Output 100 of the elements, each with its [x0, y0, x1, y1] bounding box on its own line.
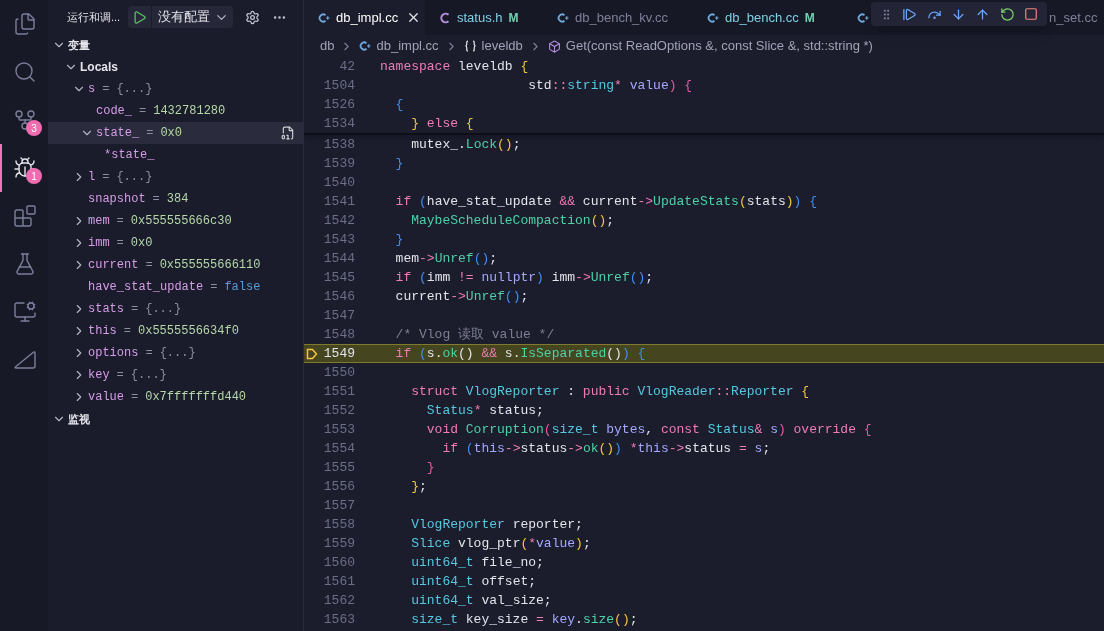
- breadcrumb-item[interactable]: Get(const ReadOptions &, const Slice &, std::string *): [565, 36, 873, 56]
- breadcrumb-item[interactable]: leveldb: [481, 36, 523, 56]
- code-line: if (this->status->ok()) *this->status = s;: [441, 439, 771, 458]
- variable-row[interactable]: code_ = 1432781280: [48, 100, 303, 122]
- line-number: 1551: [322, 382, 355, 401]
- launch-config-dropdown[interactable]: 没有配置: [128, 6, 234, 28]
- code-line: }: [425, 458, 435, 477]
- code-line: Slice vlog_ptr(*value);: [410, 534, 591, 553]
- line-number: 1543: [322, 230, 355, 249]
- line-number: 1540: [322, 173, 355, 192]
- line-number: 1562: [322, 591, 355, 610]
- variable-value: 0x0: [130, 235, 153, 252]
- variable-value: 0x7fffffffd440: [145, 389, 247, 406]
- modified-label: M: [804, 9, 815, 27]
- equals-sign: =: [102, 81, 110, 98]
- variable-row[interactable]: this = 0x5555556634f0: [48, 320, 303, 342]
- variable-row[interactable]: have_stat_update = false: [48, 276, 303, 298]
- variable-name: options: [88, 345, 139, 362]
- code-line: if (s.ok() && s.IsSeparated()) {: [394, 344, 646, 363]
- code-line: mutex_.Lock();: [410, 135, 521, 154]
- variable-value: 0x555555666c30: [130, 213, 232, 230]
- section-title: 变量: [68, 37, 90, 53]
- line-number: 1555: [322, 458, 355, 477]
- line-number: 1563: [322, 610, 355, 629]
- editor-tab[interactable]: db_impl.cc: [304, 0, 425, 35]
- tab-label: status.h: [457, 8, 503, 27]
- section-header[interactable]: 监视: [48, 408, 303, 430]
- editor-tab[interactable]: db_bench_kv.cc: [543, 0, 693, 35]
- variable-value: 384: [166, 191, 189, 208]
- equals-sign: =: [116, 213, 124, 230]
- line-number: 1526: [322, 95, 355, 114]
- variable-row[interactable]: l = {...}: [48, 166, 303, 188]
- line-number: 1546: [322, 287, 355, 306]
- variable-row[interactable]: s = {...}: [48, 78, 303, 100]
- variable-name: code_: [96, 103, 132, 120]
- line-number: 1541: [322, 192, 355, 211]
- variable-name: this: [88, 323, 117, 340]
- line-number: 1538: [322, 135, 355, 154]
- code-line: if (imm != nullptr) imm->Unref();: [394, 268, 654, 287]
- code-line: uint64_t offset;: [410, 572, 537, 591]
- variable-value: false: [224, 279, 261, 296]
- code-line: size_t key_size = key.size();: [410, 610, 638, 629]
- variable-value: {...}: [116, 81, 153, 98]
- code-line: if (have_stat_update && current->UpdateStats(stats)) {: [394, 192, 817, 211]
- variable-row[interactable]: imm = 0x0: [48, 232, 303, 254]
- equals-sign: =: [131, 389, 139, 406]
- line-number: 1547: [322, 306, 355, 325]
- variable-name: key: [88, 367, 110, 384]
- line-number: 1561: [322, 572, 355, 591]
- variable-name: snapshot: [88, 191, 146, 208]
- count-badge: 1: [26, 168, 42, 184]
- code-line: };: [410, 477, 427, 496]
- line-number: 1550: [322, 363, 355, 382]
- variable-row[interactable]: Locals: [48, 56, 303, 78]
- code-line: struct VlogReporter : public VlogReader::Reporter {: [410, 382, 810, 401]
- line-number: 1548: [322, 325, 355, 344]
- equals-sign: =: [146, 125, 154, 142]
- variable-value: {...}: [116, 169, 153, 186]
- line-number: 1545: [322, 268, 355, 287]
- variable-name: mem: [88, 213, 110, 230]
- variable-row[interactable]: *state_: [48, 144, 303, 166]
- variable-row[interactable]: snapshot = 384: [48, 188, 303, 210]
- variable-row[interactable]: state_ = 0x0: [48, 122, 303, 144]
- variable-row[interactable]: key = {...}: [48, 364, 303, 386]
- breadcrumb-item[interactable]: db: [320, 36, 335, 56]
- line-number: 42: [338, 57, 355, 76]
- line-number: 1539: [322, 154, 355, 173]
- variable-name: current: [88, 257, 139, 274]
- variable-name: l: [88, 169, 96, 186]
- variable-name: Locals: [80, 59, 118, 76]
- variable-row[interactable]: value = 0x7fffffffd440: [48, 386, 303, 408]
- line-number: 1542: [322, 211, 355, 230]
- variable-value: {...}: [159, 345, 196, 362]
- code-line: } else {: [410, 114, 474, 133]
- editor-tab[interactable]: status.h M: [425, 0, 543, 35]
- equals-sign: =: [102, 169, 110, 186]
- code-line: {: [394, 95, 404, 114]
- editor-tab[interactable]: db_bench.cc M: [693, 0, 843, 35]
- code-line: VlogReporter reporter;: [410, 515, 583, 534]
- line-number: 1534: [322, 114, 355, 133]
- modified-label: M: [508, 9, 519, 27]
- section-header[interactable]: 变量: [48, 34, 303, 56]
- config-label: 没有配置: [158, 8, 211, 27]
- line-number: 1554: [322, 439, 355, 458]
- code-line: namespace leveldb {: [380, 57, 529, 76]
- code-line: mem->Unref();: [394, 249, 498, 268]
- variable-row[interactable]: mem = 0x555555666c30: [48, 210, 303, 232]
- line-number: 1556: [322, 477, 355, 496]
- code-line: current->Unref();: [394, 287, 529, 306]
- variable-name: s: [88, 81, 96, 98]
- variable-row[interactable]: current = 0x555555666110: [48, 254, 303, 276]
- equals-sign: =: [116, 235, 124, 252]
- line-number: 1559: [322, 534, 355, 553]
- tab-label: db_bench_kv.cc: [575, 8, 668, 27]
- code-line: Status* status;: [425, 401, 544, 420]
- equals-sign: =: [139, 103, 147, 120]
- breadcrumb-item[interactable]: db_impl.cc: [376, 36, 439, 56]
- variable-row[interactable]: stats = {...}: [48, 298, 303, 320]
- editor-tab[interactable]: n_set.cc: [843, 0, 1100, 35]
- variable-row[interactable]: options = {...}: [48, 342, 303, 364]
